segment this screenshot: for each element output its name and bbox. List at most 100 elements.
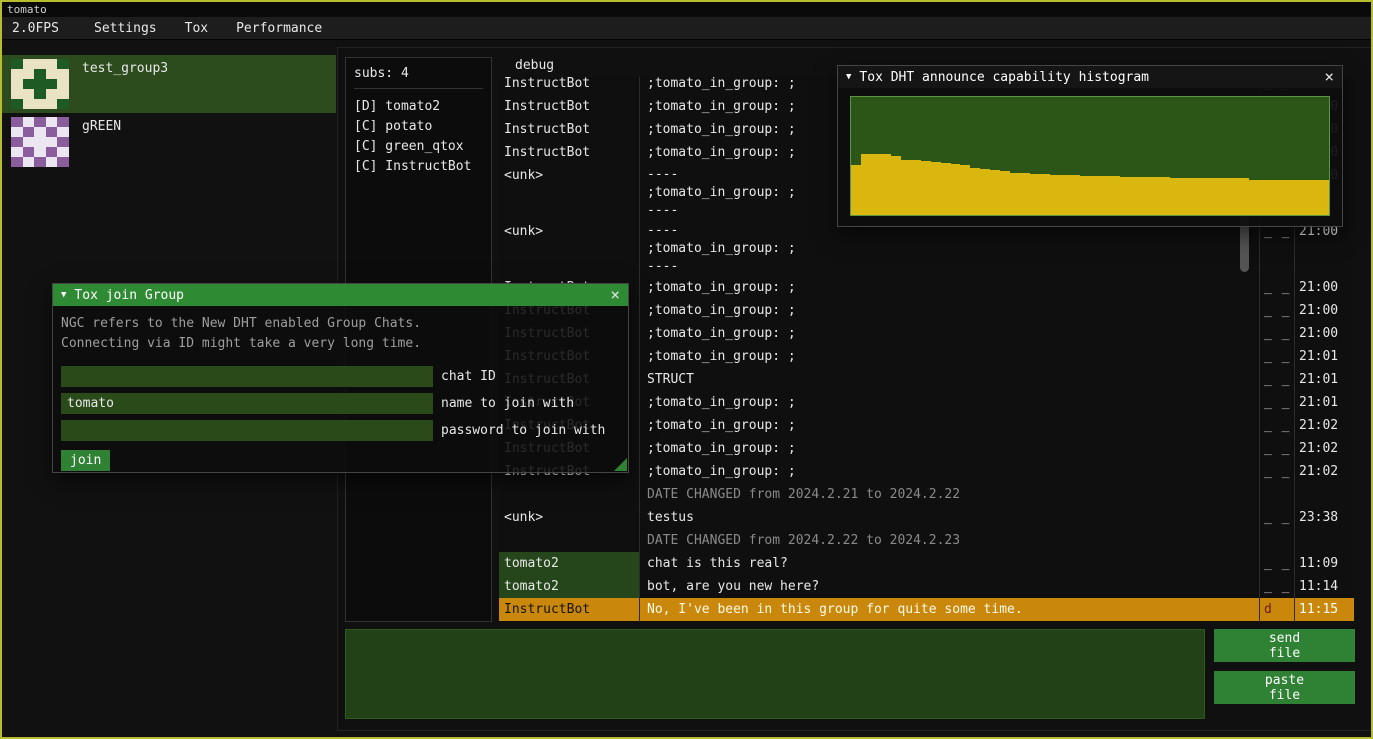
histogram-bar — [1199, 178, 1209, 215]
message-flags: _ _ — [1259, 552, 1294, 575]
menu-bar: 2.0FPS SettingsToxPerformance — [2, 17, 1371, 40]
message-input[interactable] — [345, 629, 1205, 719]
histogram-window-titlebar[interactable]: ▼ Tox DHT announce capability histogram … — [838, 66, 1342, 88]
join-window-title: Tox join Group — [74, 288, 602, 303]
close-icon[interactable]: × — [602, 284, 620, 306]
collapse-arrow-icon[interactable]: ▼ — [61, 290, 66, 300]
password-to-join-with-input[interactable] — [61, 420, 433, 441]
message-flags: _ _ — [1259, 460, 1294, 483]
histogram-bar — [1170, 178, 1180, 215]
chat-message-row: <unk>testus_ _23:38 — [499, 506, 1354, 529]
message-text: ;tomato_in_group: ; — [639, 437, 1259, 460]
menu-item-settings[interactable]: Settings — [80, 21, 171, 36]
field-label: password to join with — [441, 423, 605, 438]
message-text: chat is this real? — [639, 552, 1259, 575]
histogram-bar — [1299, 180, 1309, 215]
histogram-bar — [1110, 176, 1120, 215]
menu-item-performance[interactable]: Performance — [222, 21, 336, 36]
histogram-bar — [1120, 177, 1130, 215]
message-flags: _ _ — [1259, 345, 1294, 368]
subs-header: subs: 4 — [354, 66, 483, 89]
histogram-bar — [1189, 178, 1199, 215]
member-item[interactable]: [C] potato — [354, 117, 483, 137]
histogram-body — [850, 96, 1330, 216]
group-avatar — [11, 117, 69, 167]
message-text: bot, are you new here? — [639, 575, 1259, 598]
histogram-bar — [1309, 180, 1319, 215]
message-flags: _ _ — [1259, 414, 1294, 437]
histogram-bar — [1060, 175, 1070, 215]
member-item[interactable]: [D] tomato2 — [354, 97, 483, 117]
join-info-text: Connecting via ID might take a very long… — [61, 334, 620, 354]
paste-file-button[interactable]: paste file — [1214, 671, 1355, 704]
group-avatar — [11, 59, 69, 109]
histogram-bar — [1140, 177, 1150, 215]
message-time: 11:15 — [1294, 598, 1354, 621]
chat-id-input[interactable] — [61, 366, 433, 387]
histogram-bar — [1080, 176, 1090, 215]
message-time: 21:00 — [1294, 322, 1354, 345]
date-separator-row: DATE CHANGED from 2024.2.22 to 2024.2.23 — [499, 529, 1354, 552]
message-text: ---- ;tomato_in_group: ; ---- — [639, 220, 1259, 276]
histogram-bar — [1259, 180, 1269, 215]
histogram-bar — [970, 168, 980, 215]
message-flags: _ _ — [1259, 322, 1294, 345]
message-time: 21:01 — [1294, 368, 1354, 391]
menu-item-tox[interactable]: Tox — [171, 21, 222, 36]
histogram-window-title: Tox DHT announce capability histogram — [859, 70, 1316, 85]
histogram-bar — [1209, 178, 1219, 215]
date-separator-row: DATE CHANGED from 2024.2.21 to 2024.2.22 — [499, 483, 1354, 506]
message-time: 23:38 — [1294, 506, 1354, 529]
window-titlebar[interactable]: tomato — [2, 2, 1371, 17]
histogram-bar — [871, 154, 881, 215]
histogram-bar — [1050, 175, 1060, 215]
histogram-bar — [1179, 178, 1189, 215]
join-group-window: ▼ Tox join Group × NGC refers to the New… — [52, 283, 629, 473]
message-flags: _ _ — [1259, 368, 1294, 391]
name-to-join-with-input[interactable]: tomato — [61, 393, 433, 414]
message-text: ;tomato_in_group: ; — [639, 299, 1259, 322]
histogram-bar — [1150, 177, 1160, 215]
histogram-bar — [1070, 175, 1080, 215]
chat-message-row: tomato2chat is this real?_ _11:09 — [499, 552, 1354, 575]
histogram-bar — [1289, 180, 1299, 215]
histogram-window: ▼ Tox DHT announce capability histogram … — [837, 65, 1343, 227]
histogram-bar — [1269, 180, 1279, 215]
join-window-titlebar[interactable]: ▼ Tox join Group × — [53, 284, 628, 306]
join-button[interactable]: join — [61, 450, 110, 471]
join-fields: chat IDtomatoname to join withpassword t… — [61, 366, 620, 441]
send-file-button[interactable]: send file — [1214, 629, 1355, 662]
message-text: STRUCT — [639, 368, 1259, 391]
message-time: 21:00 — [1294, 276, 1354, 299]
join-window-body: NGC refers to the New DHT enabled Group … — [53, 306, 628, 479]
sender-name: tomato2 — [499, 575, 639, 598]
message-flags: _ _ — [1259, 220, 1294, 276]
histogram-bar — [1030, 174, 1040, 215]
histogram-bar — [1249, 180, 1259, 215]
sender-name: <unk> — [499, 506, 639, 529]
group-item-test-group3[interactable]: test_group3 — [2, 55, 336, 113]
histogram-bar — [1020, 173, 1030, 215]
histogram-bar — [1090, 176, 1100, 215]
resize-grip[interactable] — [614, 458, 627, 471]
join-info-text: NGC refers to the New DHT enabled Group … — [61, 314, 620, 334]
histogram-bar — [861, 154, 871, 215]
histogram-bar — [851, 165, 861, 215]
sender-name: <unk> — [499, 164, 639, 220]
message-flags: _ _ — [1259, 575, 1294, 598]
sender-name: InstructBot — [499, 598, 639, 621]
close-icon[interactable]: × — [1316, 66, 1334, 88]
message-flags: _ _ — [1259, 299, 1294, 322]
histogram-bar — [960, 165, 970, 215]
member-item[interactable]: [C] InstructBot — [354, 157, 483, 177]
message-time: 11:09 — [1294, 552, 1354, 575]
group-item-green[interactable]: gREEN — [2, 113, 336, 171]
histogram-bar — [990, 170, 1000, 215]
histogram-bar — [881, 154, 891, 215]
collapse-arrow-icon[interactable]: ▼ — [846, 72, 851, 82]
member-item[interactable]: [C] green_qtox — [354, 137, 483, 157]
histogram-bar — [941, 163, 951, 215]
group-name: gREEN — [82, 117, 121, 134]
fps-counter: 2.0FPS — [2, 21, 80, 36]
message-text: ;tomato_in_group: ; — [639, 391, 1259, 414]
